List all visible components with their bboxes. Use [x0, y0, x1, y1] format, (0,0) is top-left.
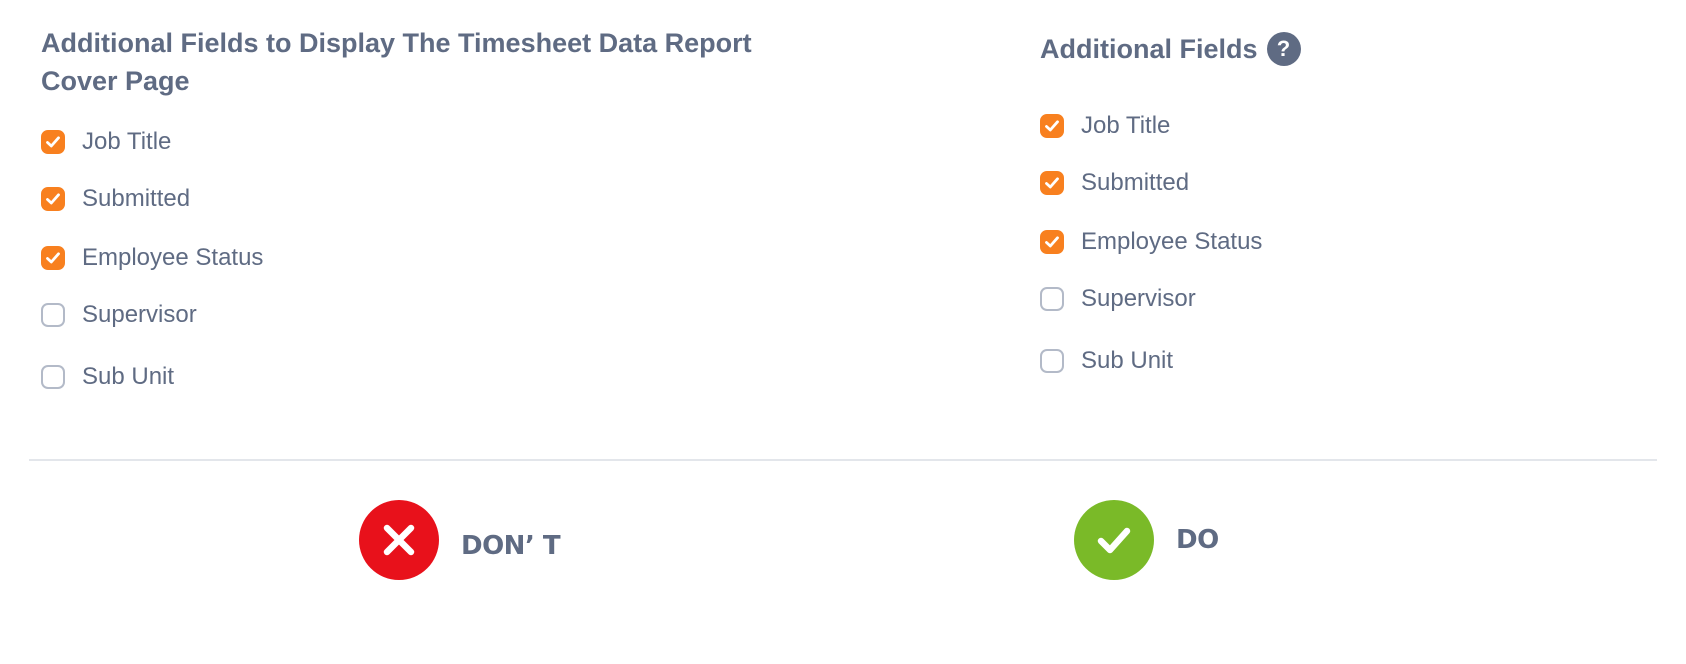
check-mark-icon [1097, 527, 1131, 554]
checkmark-icon [1045, 120, 1059, 132]
checkbox-label: Job Title [82, 128, 172, 155]
checkbox-row-employee-status[interactable]: Employee Status [41, 244, 263, 272]
checkbox-row-job-title[interactable]: Job Title [1040, 112, 1170, 140]
checkbox-checked[interactable] [41, 246, 65, 270]
checkbox-row-employee-status[interactable]: Employee Status [1040, 228, 1262, 256]
checkbox-label: Supervisor [1081, 285, 1196, 312]
checkbox-label: Employee Status [82, 244, 264, 271]
right-panel-title-text: Additional Fields [1040, 34, 1258, 64]
checkbox-label: Employee Status [1081, 228, 1263, 255]
checkbox-row-sub-unit[interactable]: Sub Unit [41, 363, 174, 391]
checkbox-checked[interactable] [1040, 230, 1064, 254]
checkbox-checked[interactable] [41, 130, 65, 154]
checkmark-icon [46, 136, 60, 148]
check-circle-icon [1074, 500, 1154, 580]
checkbox-unchecked[interactable] [41, 303, 65, 327]
checkbox-row-sub-unit[interactable]: Sub Unit [1040, 347, 1173, 375]
checkbox-checked[interactable] [41, 187, 65, 211]
checkbox-unchecked[interactable] [1040, 287, 1064, 311]
checkmark-icon [1045, 236, 1059, 248]
dont-verdict: DON’ T [359, 500, 561, 580]
checkbox-label: Submitted [82, 185, 191, 212]
help-icon[interactable]: ? [1266, 32, 1301, 66]
checkbox-label: Sub Unit [82, 363, 175, 390]
checkbox-row-job-title[interactable]: Job Title [41, 128, 171, 156]
do-verdict: DO [1074, 500, 1219, 580]
checkmark-icon [46, 252, 60, 264]
checkbox-checked[interactable] [1040, 171, 1064, 195]
checkbox-label: Job Title [1081, 112, 1171, 139]
left-panel-title: Additional Fields to Display The Timeshe… [41, 28, 752, 96]
checkbox-label: Sub Unit [1081, 347, 1174, 374]
checkbox-row-submitted[interactable]: Submitted [1040, 169, 1189, 197]
checkbox-unchecked[interactable] [1040, 349, 1064, 373]
checkbox-row-supervisor[interactable]: Supervisor [1040, 285, 1196, 313]
dont-label: DON’ T [461, 531, 561, 561]
checkbox-row-supervisor[interactable]: Supervisor [41, 301, 197, 329]
x-circle-icon [359, 500, 439, 580]
divider [29, 459, 1657, 461]
checkbox-label: Submitted [1081, 169, 1190, 196]
checkbox-label: Supervisor [82, 301, 197, 328]
right-panel-title: Additional Fields ? [1040, 30, 1301, 68]
x-mark-icon [383, 524, 415, 556]
checkmark-icon [46, 193, 60, 205]
checkbox-checked[interactable] [1040, 114, 1064, 138]
checkbox-row-submitted[interactable]: Submitted [41, 185, 190, 213]
checkmark-icon [1045, 177, 1059, 189]
checkbox-unchecked[interactable] [41, 365, 65, 389]
do-label: DO [1176, 525, 1219, 555]
